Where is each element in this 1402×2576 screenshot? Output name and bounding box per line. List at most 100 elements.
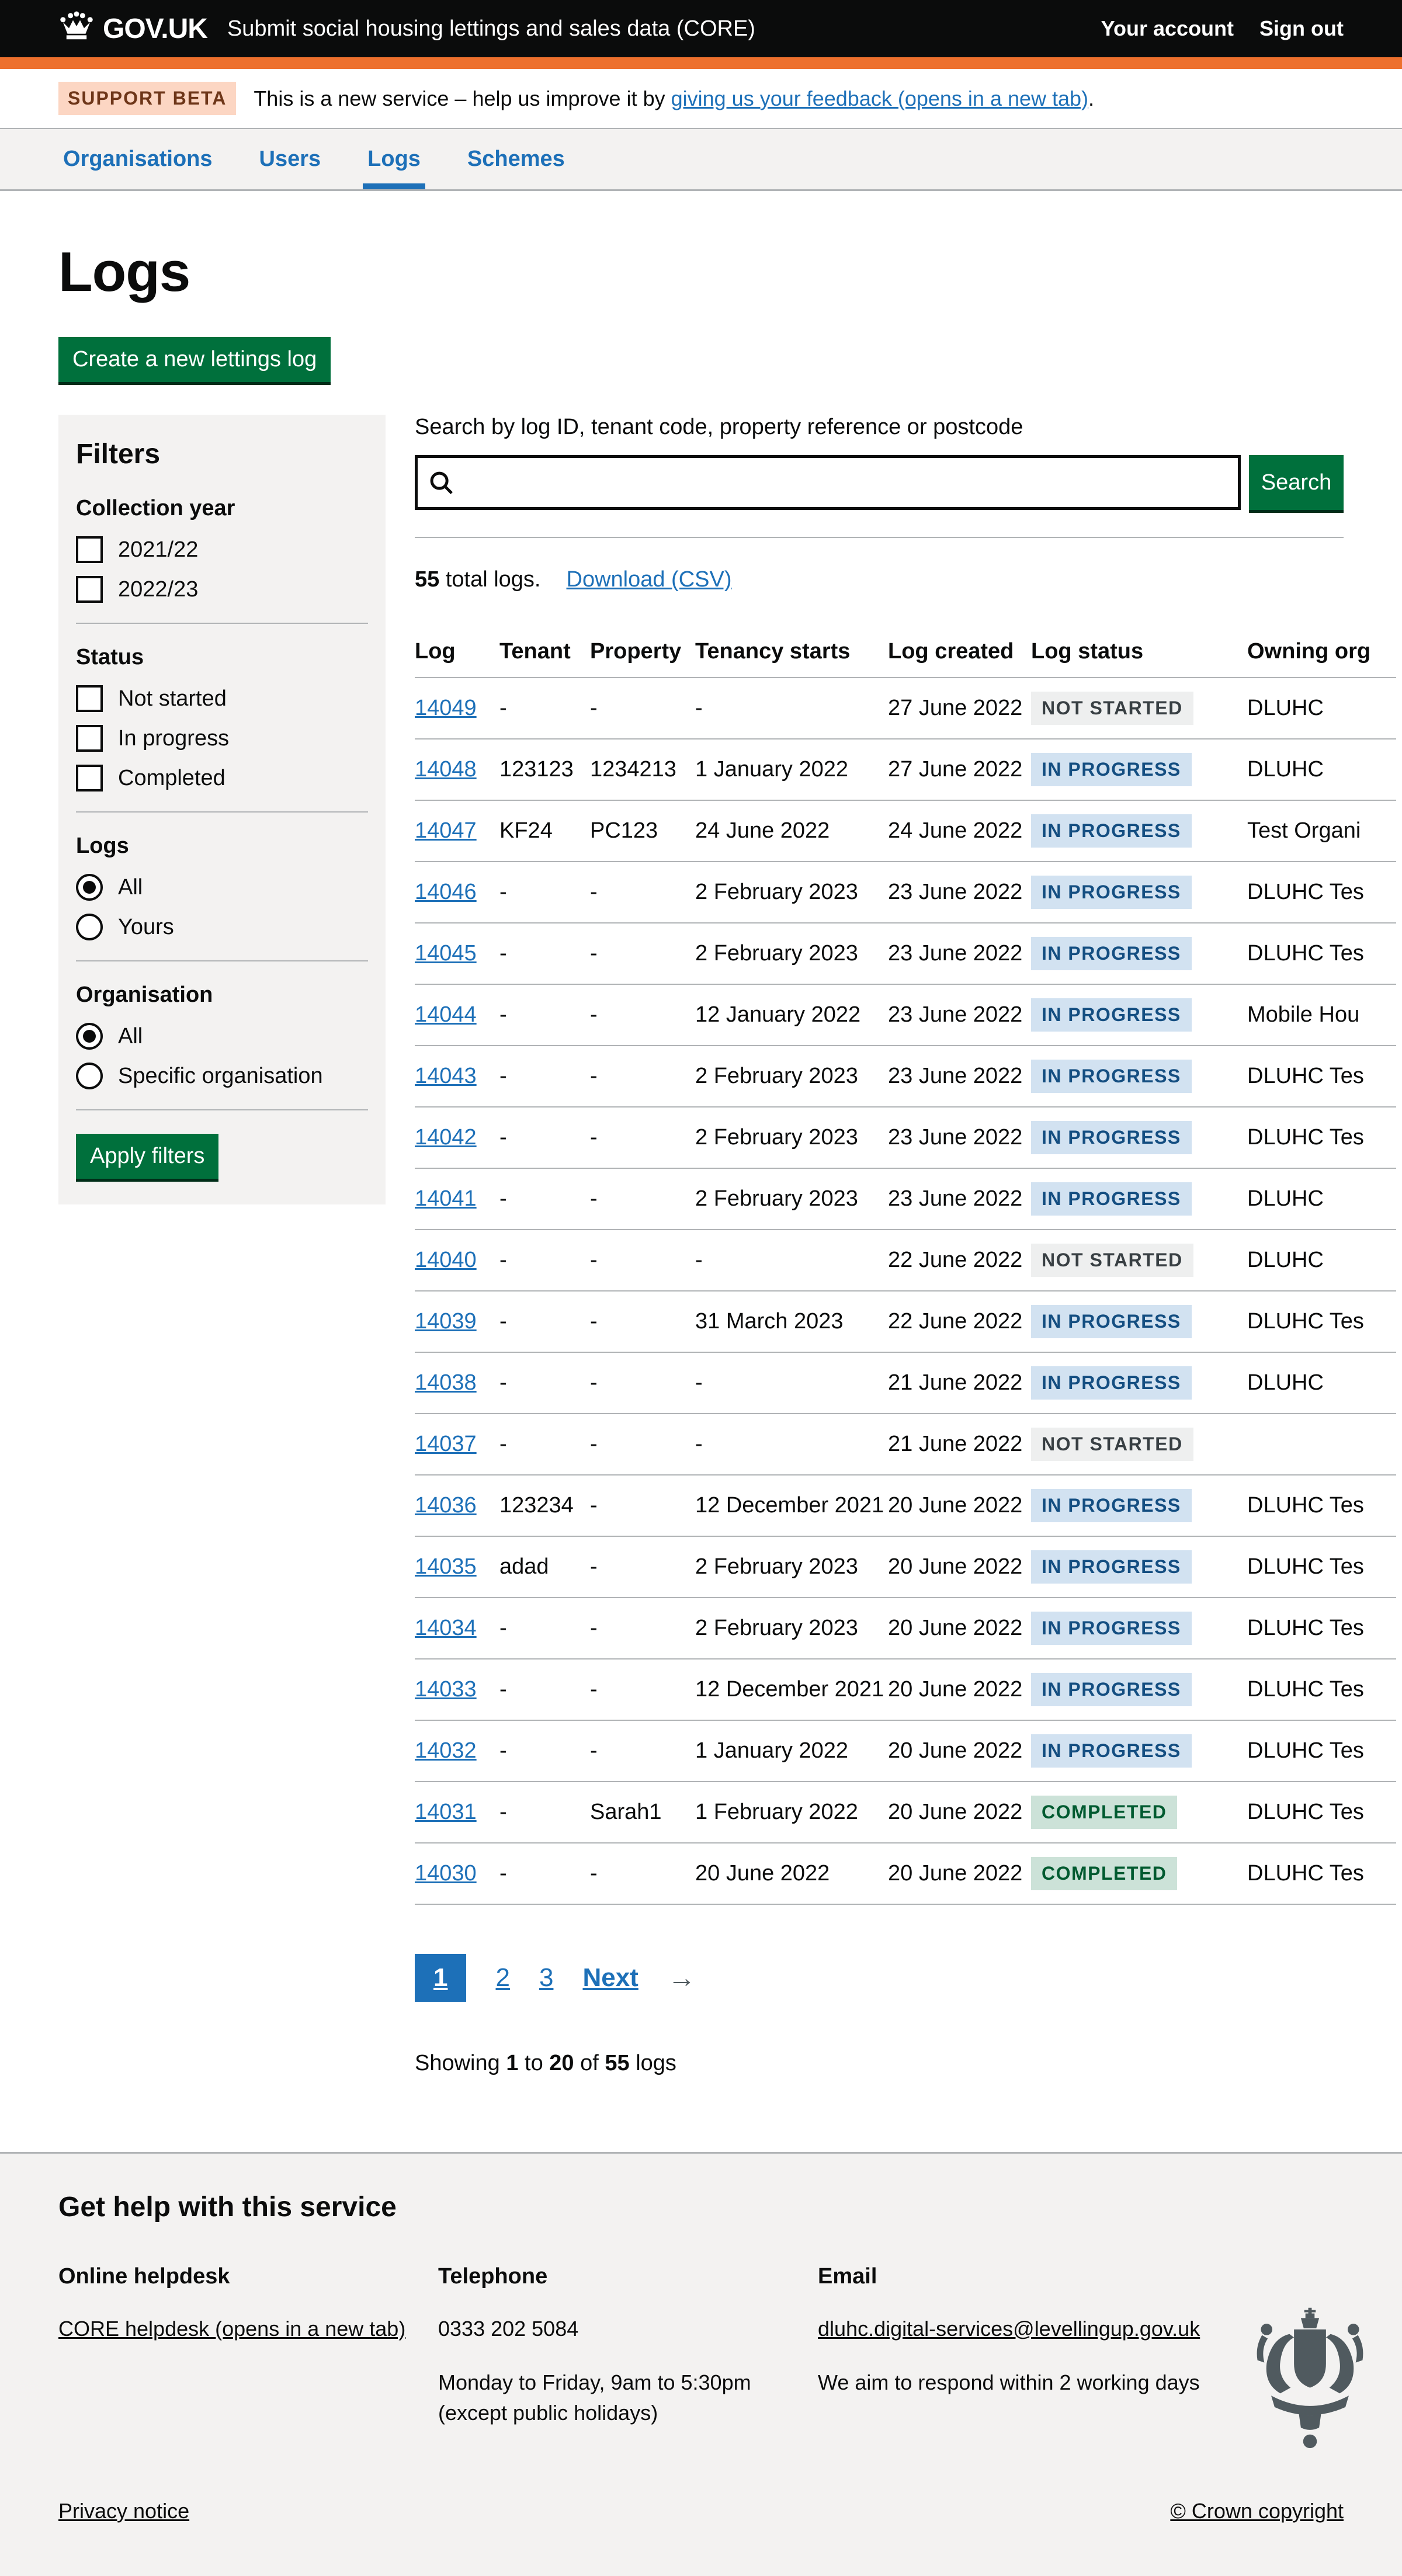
checkbox-2021-22[interactable] — [76, 536, 103, 563]
tenant-cell: - — [499, 1230, 590, 1291]
owning-organisation-cell: DLUHC — [1247, 1168, 1396, 1230]
checkbox-label[interactable]: Completed — [118, 766, 225, 791]
radio-specific-organisation[interactable] — [76, 1063, 103, 1089]
checkbox-not-started[interactable] — [76, 685, 103, 712]
radio-label[interactable]: All — [118, 1024, 143, 1049]
tenancy-starts-cell: 20 June 2022 — [695, 1843, 888, 1904]
owning-organisation-cell: DLUHC Tes — [1247, 1843, 1396, 1904]
checkbox-2022-23[interactable] — [76, 576, 103, 603]
privacy-notice-link[interactable]: Privacy notice — [58, 2499, 189, 2523]
property-cell: - — [590, 1659, 695, 1720]
checkbox-label[interactable]: Not started — [118, 686, 227, 711]
log-created-cell: 22 June 2022 — [888, 1291, 1031, 1352]
filter-group-collection-year: Collection year 2021/22 2022/23 — [76, 496, 368, 603]
log-id-link[interactable]: 14037 — [415, 1432, 477, 1456]
core-helpdesk-link[interactable]: CORE helpdesk (opens in a new tab) — [58, 2317, 405, 2341]
telephone-number: 0333 202 5084 — [438, 2314, 818, 2344]
pagination-next-link[interactable]: Next — [582, 1963, 638, 1992]
tenant-cell: 123234 — [499, 1475, 590, 1536]
search-button[interactable]: Search — [1249, 455, 1344, 510]
log-created-cell: 20 June 2022 — [888, 1659, 1031, 1720]
service-name-link[interactable]: Submit social housing lettings and sales… — [227, 16, 755, 41]
tenancy-starts-cell: 2 February 2023 — [695, 923, 888, 984]
download-csv-link[interactable]: Download (CSV) — [567, 567, 732, 592]
search-input[interactable] — [415, 455, 1241, 510]
status-badge: IN PROGRESS — [1031, 1121, 1192, 1154]
log-id-link[interactable]: 14033 — [415, 1677, 477, 1702]
status-badge: IN PROGRESS — [1031, 1182, 1192, 1216]
log-id-link[interactable]: 14035 — [415, 1554, 477, 1579]
log-id-link[interactable]: 14045 — [415, 941, 477, 966]
apply-filters-button[interactable]: Apply filters — [76, 1134, 218, 1179]
primary-navigation: Organisations Users Logs Schemes — [0, 129, 1402, 191]
tenant-cell: - — [499, 678, 590, 739]
footer-telephone-section: Telephone 0333 202 5084 Monday to Friday… — [438, 2264, 818, 2429]
footer-email-section: Email dluhc.digital-services@levellingup… — [818, 2264, 1227, 2429]
radio-logs-yours[interactable] — [76, 914, 103, 940]
property-cell: 1234213 — [590, 739, 695, 800]
page-title: Logs — [58, 240, 1344, 304]
log-id-link[interactable]: 14032 — [415, 1738, 477, 1763]
log-id-link[interactable]: 14034 — [415, 1616, 477, 1640]
property-cell: - — [590, 1291, 695, 1352]
log-id-link[interactable]: 14039 — [415, 1309, 477, 1334]
table-row: 14030 - - 20 June 2022 20 June 2022 COMP… — [415, 1843, 1396, 1904]
log-id-link[interactable]: 14041 — [415, 1186, 477, 1211]
crown-icon — [58, 11, 95, 47]
checkbox-in-progress[interactable] — [76, 725, 103, 752]
radio-logs-all[interactable] — [76, 874, 103, 901]
table-row: 14046 - - 2 February 2023 23 June 2022 I… — [415, 862, 1396, 923]
log-id-link[interactable]: 14049 — [415, 696, 477, 720]
radio-organisation-all[interactable] — [76, 1023, 103, 1050]
create-lettings-log-button[interactable]: Create a new lettings log — [58, 337, 331, 382]
tenant-cell: - — [499, 923, 590, 984]
table-row: 14031 - Sarah1 1 February 2022 20 June 2… — [415, 1782, 1396, 1843]
log-id-link[interactable]: 14038 — [415, 1370, 477, 1395]
results-column: Search by log ID, tenant code, property … — [415, 415, 1344, 2076]
nav-item-schemes[interactable]: Schemes — [463, 129, 570, 189]
crown-copyright-link[interactable]: © Crown copyright — [1170, 2499, 1344, 2523]
log-id-link[interactable]: 14036 — [415, 1493, 477, 1518]
log-id-link[interactable]: 14040 — [415, 1248, 477, 1272]
log-id-link[interactable]: 14048 — [415, 757, 477, 782]
govuk-logo-link[interactable]: GOV.UK — [58, 11, 207, 47]
log-created-cell: 23 June 2022 — [888, 1046, 1031, 1107]
filters-panel: Filters Collection year 2021/22 2022/23 … — [58, 415, 386, 1204]
checkbox-label[interactable]: 2021/22 — [118, 537, 198, 563]
checkbox-completed[interactable] — [76, 765, 103, 791]
property-cell: - — [590, 1843, 695, 1904]
property-cell: PC123 — [590, 800, 695, 862]
log-id-link[interactable]: 14044 — [415, 1002, 477, 1027]
pagination-page-3[interactable]: 3 — [539, 1963, 553, 1992]
log-id-link[interactable]: 14031 — [415, 1800, 477, 1824]
feedback-link[interactable]: giving us your feedback (opens in a new … — [671, 86, 1088, 110]
radio-label[interactable]: Specific organisation — [118, 1064, 323, 1089]
filter-divider — [76, 960, 368, 961]
sign-out-link[interactable]: Sign out — [1259, 16, 1344, 41]
log-id-link[interactable]: 14047 — [415, 818, 477, 843]
tenancy-starts-cell: - — [695, 1414, 888, 1475]
status-badge: NOT STARTED — [1031, 1428, 1193, 1461]
nav-item-users[interactable]: Users — [255, 129, 326, 189]
log-created-cell: 23 June 2022 — [888, 1168, 1031, 1230]
log-id-link[interactable]: 14043 — [415, 1064, 477, 1088]
status-badge: IN PROGRESS — [1031, 1305, 1192, 1338]
nav-item-organisations[interactable]: Organisations — [58, 129, 217, 189]
log-id-link[interactable]: 14030 — [415, 1861, 477, 1886]
pagination-page-2[interactable]: 2 — [495, 1963, 509, 1992]
property-cell: - — [590, 1475, 695, 1536]
email-link[interactable]: dluhc.digital-services@levellingup.gov.u… — [818, 2317, 1200, 2341]
log-id-link[interactable]: 14042 — [415, 1125, 477, 1150]
property-cell: - — [590, 1536, 695, 1598]
log-id-link[interactable]: 14046 — [415, 880, 477, 904]
checkbox-label[interactable]: 2022/23 — [118, 577, 198, 602]
nav-item-logs[interactable]: Logs — [363, 129, 425, 189]
status-badge: IN PROGRESS — [1031, 1489, 1192, 1522]
your-account-link[interactable]: Your account — [1101, 16, 1234, 41]
pagination-page-1[interactable]: 1 — [415, 1954, 466, 2002]
radio-label[interactable]: All — [118, 875, 143, 900]
checkbox-label[interactable]: In progress — [118, 726, 229, 751]
radio-label[interactable]: Yours — [118, 915, 174, 940]
status-badge: IN PROGRESS — [1031, 1612, 1192, 1645]
property-cell: - — [590, 1168, 695, 1230]
